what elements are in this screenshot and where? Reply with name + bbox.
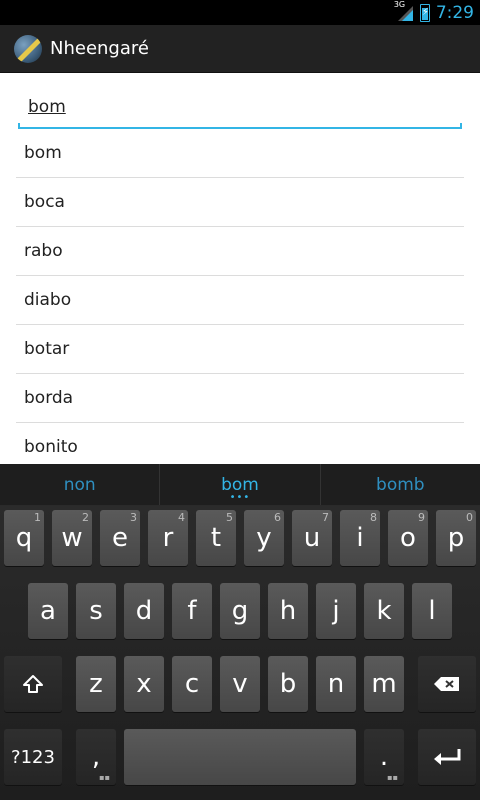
key-f[interactable]: f xyxy=(172,583,212,639)
enter-icon xyxy=(431,747,463,767)
key-u[interactable]: u7 xyxy=(292,510,332,566)
search-input[interactable] xyxy=(18,89,462,125)
more-suggestions-icon: ••• xyxy=(229,492,251,503)
app-title: Nheengaré xyxy=(50,38,149,59)
period-key[interactable]: . ▪▪ xyxy=(364,729,404,785)
key-o[interactable]: o9 xyxy=(388,510,428,566)
suggestion-center[interactable]: bom ••• xyxy=(159,464,319,505)
app-logo-icon[interactable] xyxy=(14,34,42,63)
key-d[interactable]: d xyxy=(124,583,164,639)
shift-key[interactable] xyxy=(4,656,62,712)
search-field[interactable] xyxy=(18,89,462,129)
comma-key[interactable]: , ▪▪ xyxy=(76,729,116,785)
key-x[interactable]: x xyxy=(124,656,164,712)
key-i[interactable]: i8 xyxy=(340,510,380,566)
network-type-label: 3G xyxy=(393,0,406,9)
action-bar: Nheengaré xyxy=(0,25,480,73)
key-r[interactable]: r4 xyxy=(148,510,188,566)
key-w[interactable]: w2 xyxy=(52,510,92,566)
key-e[interactable]: e3 xyxy=(100,510,140,566)
key-a[interactable]: a xyxy=(28,583,68,639)
list-item[interactable]: borda xyxy=(16,374,464,423)
status-bar: 3G ⚡ 7:29 xyxy=(0,0,480,25)
key-y[interactable]: y6 xyxy=(244,510,284,566)
suggestion-right[interactable]: bomb xyxy=(319,464,480,505)
list-item[interactable]: boca xyxy=(16,178,464,227)
keyboard-keys: q1 w2 e3 r4 t5 y6 u7 i8 o9 p0 a s d f g … xyxy=(0,506,480,800)
key-l[interactable]: l xyxy=(412,583,452,639)
list-item[interactable]: bom xyxy=(16,129,464,178)
suggestion-label: non xyxy=(63,474,96,495)
list-item[interactable]: diabo xyxy=(16,276,464,325)
key-q[interactable]: q1 xyxy=(4,510,44,566)
backspace-icon xyxy=(433,675,461,693)
shift-icon xyxy=(22,673,44,695)
key-b[interactable]: b xyxy=(268,656,308,712)
key-t[interactable]: t5 xyxy=(196,510,236,566)
key-c[interactable]: c xyxy=(172,656,212,712)
status-clock: 7:29 xyxy=(435,2,474,23)
suggestion-label: bomb xyxy=(376,474,425,495)
key-s[interactable]: s xyxy=(76,583,116,639)
key-v[interactable]: v xyxy=(220,656,260,712)
suggestion-left[interactable]: non xyxy=(0,464,159,505)
backspace-key[interactable] xyxy=(418,656,476,712)
space-key[interactable] xyxy=(124,729,356,785)
main-content: bom boca rabo diabo botar borda bonito xyxy=(0,73,480,464)
suggestion-strip: non bom ••• bomb xyxy=(0,464,480,506)
list-item[interactable]: rabo xyxy=(16,227,464,276)
key-z[interactable]: z xyxy=(76,656,116,712)
list-item[interactable]: botar xyxy=(16,325,464,374)
key-p[interactable]: p0 xyxy=(436,510,476,566)
list-item[interactable]: bonito xyxy=(16,423,464,464)
key-m[interactable]: m xyxy=(364,656,404,712)
enter-key[interactable] xyxy=(418,729,476,785)
soft-keyboard: non bom ••• bomb q1 w2 e3 r4 t5 y6 u7 i8 … xyxy=(0,464,480,800)
battery-icon: ⚡ xyxy=(419,3,430,22)
key-g[interactable]: g xyxy=(220,583,260,639)
signal-icon: 3G xyxy=(394,0,414,22)
key-h[interactable]: h xyxy=(268,583,308,639)
symbols-key[interactable]: ?123 xyxy=(4,729,62,785)
key-n[interactable]: n xyxy=(316,656,356,712)
key-j[interactable]: j xyxy=(316,583,356,639)
status-icons: 3G ⚡ 7:29 xyxy=(394,0,474,23)
key-k[interactable]: k xyxy=(364,583,404,639)
results-list[interactable]: bom boca rabo diabo botar borda bonito xyxy=(16,129,464,464)
